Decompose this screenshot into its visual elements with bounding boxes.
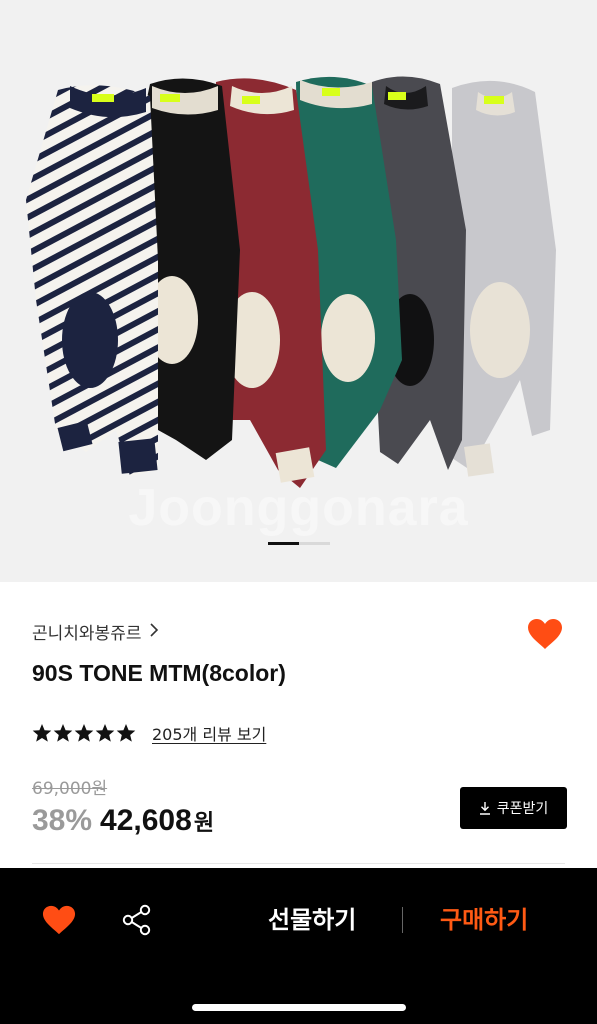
gift-button[interactable]: 선물하기 xyxy=(268,900,356,940)
star-icon xyxy=(53,724,73,742)
watermark: Joonggonara xyxy=(128,479,469,537)
star-icon xyxy=(74,724,94,742)
carousel-dot[interactable] xyxy=(299,542,330,545)
sale-price: 42,608 xyxy=(100,804,192,837)
star-icon xyxy=(116,724,136,742)
divider xyxy=(32,863,565,864)
share-icon[interactable] xyxy=(122,904,152,936)
original-price: 69,000원 xyxy=(32,779,108,799)
download-icon xyxy=(479,802,490,815)
price-unit: 원 xyxy=(193,810,215,835)
wishlist-heart-icon[interactable] xyxy=(527,618,563,650)
product-title: 90S TONE MTM(8color) xyxy=(32,660,286,686)
brand-name: 곤니치와봉쥬르 xyxy=(32,623,142,644)
rating-row: 205개 리뷰 보기 xyxy=(32,720,266,746)
chevron-right-icon xyxy=(149,622,159,641)
bottom-action-bar xyxy=(0,868,597,1024)
buy-button[interactable]: 구매하기 xyxy=(440,900,528,940)
coupon-button[interactable]: 쿠폰받기 xyxy=(460,787,567,829)
coupon-label: 쿠폰받기 xyxy=(496,801,549,817)
home-indicator[interactable] xyxy=(192,1004,406,1011)
rating-stars xyxy=(32,723,136,743)
brand-link[interactable]: 곤니치와봉쥬르 xyxy=(32,618,159,644)
carousel-indicator xyxy=(268,542,330,545)
bottom-heart-icon[interactable] xyxy=(42,904,76,936)
discount-rate: 38% xyxy=(32,804,93,837)
bottom-separator xyxy=(402,907,403,933)
price-row: 38% 42,608 원 xyxy=(32,804,214,838)
star-icon xyxy=(95,724,115,742)
carousel-dot-active[interactable] xyxy=(268,542,299,545)
review-link[interactable]: 205개 리뷰 보기 xyxy=(152,721,266,745)
product-image-carousel[interactable]: Joonggonara xyxy=(0,0,597,582)
star-icon xyxy=(32,724,52,742)
